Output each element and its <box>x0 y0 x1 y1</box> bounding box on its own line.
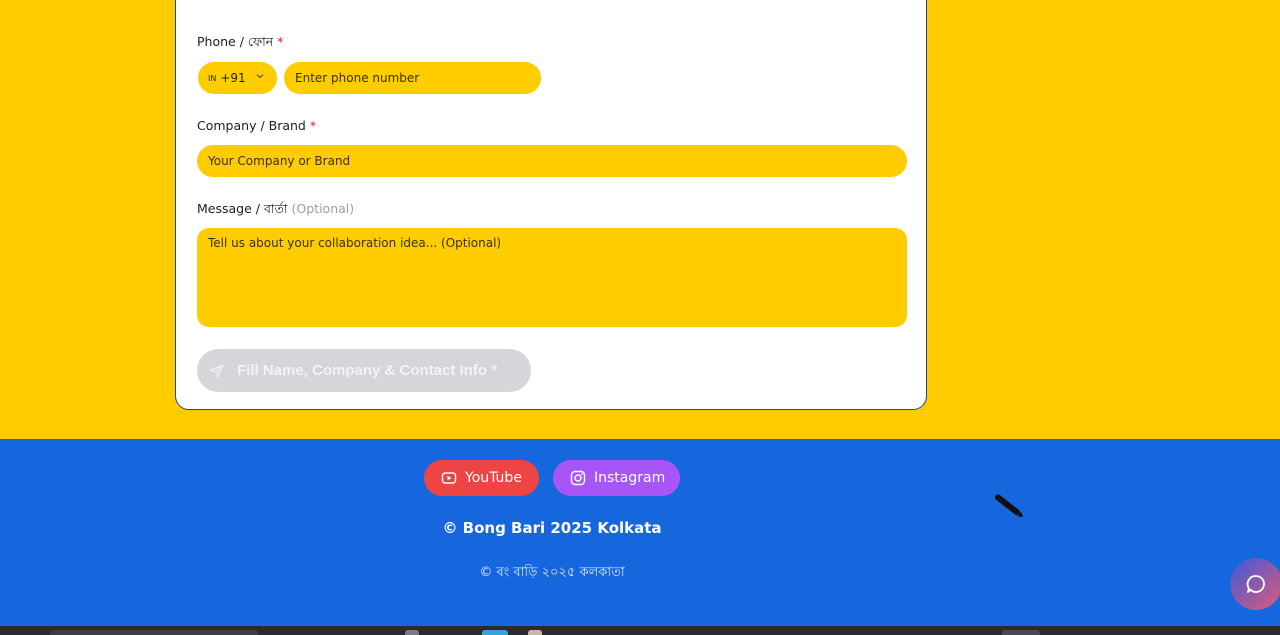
message-label-text: Message / বার্তা <box>197 201 288 216</box>
form-section: Phone / ফোন * IN +91 Enter phone number … <box>0 0 1280 439</box>
chat-button[interactable] <box>1230 558 1280 610</box>
company-label: Company / Brand * <box>197 118 316 133</box>
company-label-text: Company / Brand <box>197 118 306 133</box>
chevron-down-icon <box>255 71 265 84</box>
phone-placeholder: Enter phone number <box>295 71 420 85</box>
taskbar-search[interactable] <box>50 630 258 635</box>
instagram-icon <box>570 470 586 486</box>
phone-input[interactable]: Enter phone number <box>284 62 541 94</box>
company-input[interactable]: Your Company or Brand <box>197 145 907 177</box>
required-mark: * <box>277 34 284 49</box>
youtube-icon <box>441 472 457 484</box>
phone-label-text: Phone / ফোন <box>197 34 274 49</box>
taskbar-app-icon[interactable] <box>405 630 419 635</box>
taskbar-app-icon[interactable] <box>1002 630 1040 635</box>
copyright-english: © Bong Bari 2025 Kolkata <box>442 519 662 537</box>
chat-bubble-icon <box>1246 575 1265 593</box>
taskbar <box>0 626 1280 635</box>
youtube-button[interactable]: YouTube <box>424 460 539 496</box>
taskbar-app-icon[interactable] <box>528 630 542 635</box>
phone-label: Phone / ফোন * <box>197 34 283 54</box>
send-icon <box>210 363 224 378</box>
instagram-label: Instagram <box>594 470 666 486</box>
message-textarea[interactable]: Tell us about your collaboration idea...… <box>197 228 907 327</box>
required-mark: * <box>309 118 317 133</box>
submit-button[interactable]: Fill Name, Company & Contact Info * <box>197 349 531 392</box>
dial-code: +91 <box>220 71 246 85</box>
taskbar-app-icon[interactable] <box>482 630 508 635</box>
message-label: Message / বার্তা (Optional) <box>197 201 354 221</box>
footer: YouTube Instagram © Bong Bari 2025 Kolka… <box>0 439 1280 626</box>
instagram-button[interactable]: Instagram <box>553 460 680 496</box>
country-code: IN <box>208 73 217 83</box>
youtube-label: YouTube <box>465 470 522 486</box>
country-code-select[interactable]: IN +91 <box>198 62 277 94</box>
contact-form-card: Phone / ফোন * IN +91 Enter phone number … <box>175 0 927 410</box>
message-placeholder: Tell us about your collaboration idea...… <box>208 236 502 250</box>
optional-tag: (Optional) <box>291 201 355 216</box>
copyright-bengali: © বং বাড়ি ২০২৫ কলকাতা <box>479 565 625 580</box>
submit-label: Fill Name, Company & Contact Info * <box>237 362 498 379</box>
company-placeholder: Your Company or Brand <box>208 154 351 168</box>
